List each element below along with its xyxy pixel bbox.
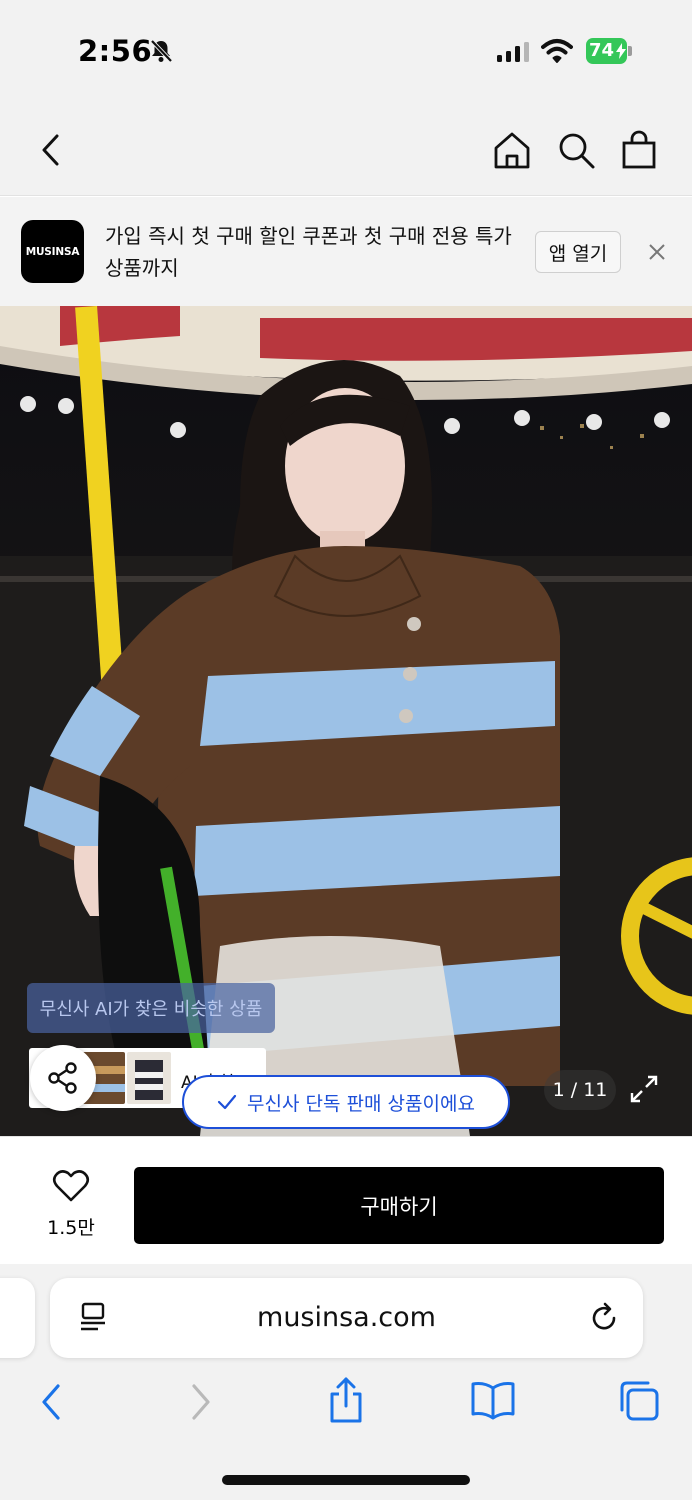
status-bar: 2:56 74 [0, 0, 692, 100]
site-header [0, 100, 692, 196]
purchase-bar: 1.5만 구매하기 [0, 1136, 692, 1264]
exclusive-sale-badge: 무신사 단독 판매 상품이에요 [182, 1075, 510, 1129]
bell-slash-icon [148, 38, 174, 68]
cart-button[interactable] [617, 128, 661, 172]
home-indicator [222, 1475, 470, 1485]
like-button[interactable]: 1.5만 [36, 1165, 106, 1241]
search-button[interactable] [554, 128, 598, 172]
battery-charging-icon: 74 [586, 38, 632, 64]
home-icon [494, 132, 530, 169]
product-image-carousel[interactable]: 무신사 AI가 찾은 비슷한 상품 AI 추천 무신사 단독 판매 상품이에요 … [0, 306, 692, 1136]
cellular-signal-icon [497, 42, 531, 66]
buy-button[interactable]: 구매하기 [134, 1167, 664, 1244]
expand-icon [630, 1075, 658, 1103]
close-icon [649, 244, 665, 260]
back-button[interactable] [28, 126, 72, 174]
browser-back-icon[interactable] [38, 1382, 64, 1426]
share-button[interactable] [30, 1045, 96, 1111]
home-button[interactable] [490, 128, 534, 172]
screen: 2:56 74 MUSINSA 가입 즉시 첫 구매 할인 쿠폰과 첫 구매 전… [0, 0, 692, 1500]
like-count: 1.5만 [47, 1217, 95, 1239]
similar-product-thumb[interactable] [127, 1052, 171, 1104]
expand-image-button[interactable] [626, 1071, 662, 1107]
share-sheet-icon[interactable] [326, 1376, 366, 1428]
battery-percent: 74 [589, 40, 615, 61]
browser-toolbar: musinsa.com [0, 1264, 692, 1500]
check-icon [217, 1094, 237, 1110]
share-icon [48, 1062, 77, 1094]
heart-icon [52, 1170, 90, 1202]
bookmarks-icon[interactable] [470, 1380, 516, 1424]
wifi-icon [541, 38, 573, 68]
open-app-button[interactable]: 앱 열기 [535, 231, 621, 273]
previous-tab-peek[interactable] [0, 1278, 35, 1358]
exclusive-badge-text: 무신사 단독 판매 상품이에요 [247, 1092, 475, 1115]
image-counter: 1 / 11 [544, 1070, 616, 1110]
shopping-bag-icon [622, 130, 656, 169]
browser-forward-icon[interactable] [188, 1382, 214, 1426]
musinsa-logo: MUSINSA [21, 220, 84, 283]
search-icon [559, 133, 595, 169]
url-text: musinsa.com [257, 1302, 436, 1333]
close-banner-button[interactable] [642, 237, 672, 267]
status-time: 2:56 [78, 34, 153, 68]
banner-message: 가입 즉시 첫 구매 할인 쿠폰과 첫 구매 전용 특가 상품까지 [105, 224, 512, 280]
ai-similar-tooltip: 무신사 AI가 찾은 비슷한 상품 [27, 983, 275, 1033]
address-bar[interactable]: musinsa.com [50, 1278, 643, 1358]
back-chevron-icon [42, 134, 59, 166]
app-install-banner: MUSINSA 가입 즉시 첫 구매 할인 쿠폰과 첫 구매 전용 특가 상품까… [0, 197, 692, 306]
reload-icon[interactable] [588, 1302, 620, 1338]
tabs-icon[interactable] [618, 1380, 660, 1426]
